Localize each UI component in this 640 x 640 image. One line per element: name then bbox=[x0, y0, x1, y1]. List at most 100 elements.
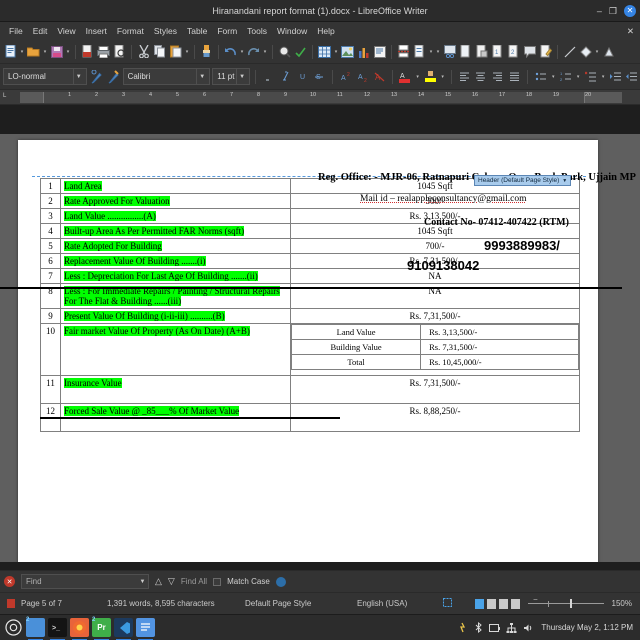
redo-icon[interactable] bbox=[246, 43, 261, 61]
unordered-list-icon[interactable] bbox=[533, 68, 548, 86]
menu-file[interactable]: File bbox=[4, 26, 28, 36]
find-replace-icon[interactable] bbox=[277, 43, 292, 61]
show-draw-functions-icon[interactable] bbox=[601, 43, 616, 61]
font-size-combo[interactable]: 11 pt ▼ bbox=[212, 68, 251, 85]
page-break-icon[interactable] bbox=[396, 43, 411, 61]
bookmark-icon[interactable]: 2 bbox=[506, 43, 521, 61]
font-name-dropdown-icon[interactable]: ▼ bbox=[196, 69, 207, 84]
strikethrough-icon[interactable]: S bbox=[312, 68, 327, 86]
font-color-icon[interactable]: A bbox=[398, 68, 413, 86]
save-icon[interactable] bbox=[49, 43, 64, 61]
outline-list-icon[interactable] bbox=[583, 68, 598, 86]
single-page-view-button[interactable] bbox=[474, 598, 484, 609]
match-case-checkbox[interactable] bbox=[213, 577, 222, 586]
underline-icon[interactable]: U bbox=[295, 68, 310, 86]
tab-stop-marker[interactable]: L bbox=[3, 93, 6, 99]
redo-dropdown-icon[interactable]: ▾ bbox=[262, 43, 268, 61]
new-document-dropdown-icon[interactable]: ▾ bbox=[19, 43, 25, 61]
book-view-button[interactable] bbox=[498, 598, 508, 609]
menu-form[interactable]: Form bbox=[212, 26, 242, 36]
prusaslicer-icon[interactable]: 2 Pr bbox=[92, 617, 111, 640]
table-dropdown-icon[interactable]: ▾ bbox=[333, 43, 339, 61]
align-center-icon[interactable] bbox=[474, 68, 489, 86]
find-all-button[interactable]: Find All bbox=[181, 577, 207, 586]
spelling-icon[interactable] bbox=[293, 43, 308, 61]
files-icon[interactable]: 2 bbox=[26, 617, 45, 640]
ordered-list-icon[interactable]: 12 bbox=[558, 68, 573, 86]
text-editor-icon[interactable] bbox=[136, 618, 155, 640]
page-style[interactable]: Default Page Style bbox=[245, 599, 357, 608]
horizontal-ruler[interactable]: L 1 2 3 4 5 6 7 8 9 10 11 12 13 14 15 16… bbox=[0, 90, 640, 105]
network-icon[interactable] bbox=[506, 622, 517, 633]
font-name-combo[interactable]: Calibri ▼ bbox=[122, 68, 211, 85]
increase-indent-icon[interactable] bbox=[608, 68, 623, 86]
close-document-button[interactable]: ✕ bbox=[627, 26, 634, 37]
hyperlink-icon[interactable] bbox=[458, 43, 473, 61]
highlight-color-icon[interactable] bbox=[423, 68, 438, 86]
word-count[interactable]: 1,391 words, 8,595 characters bbox=[107, 599, 245, 608]
update-style-icon[interactable] bbox=[89, 68, 104, 86]
zoom-out-icon[interactable]: – bbox=[534, 596, 538, 603]
menu-help[interactable]: Help bbox=[312, 26, 339, 36]
chart-icon[interactable] bbox=[356, 43, 371, 61]
vscode-icon[interactable] bbox=[114, 618, 133, 640]
open-dropdown-icon[interactable]: ▾ bbox=[42, 43, 48, 61]
italic-icon[interactable] bbox=[278, 68, 293, 86]
menu-styles[interactable]: Styles bbox=[149, 26, 182, 36]
minimize-button[interactable]: – bbox=[597, 6, 602, 16]
clock[interactable]: Thursday May 2, 1:12 PM bbox=[541, 623, 633, 632]
ubuntu-logo-icon[interactable] bbox=[4, 618, 23, 637]
decrease-indent-icon[interactable] bbox=[625, 68, 640, 86]
extra-dropdown-icon[interactable]: ▾ bbox=[435, 43, 441, 61]
image-icon[interactable] bbox=[340, 43, 355, 61]
align-right-icon[interactable] bbox=[490, 68, 505, 86]
chevron-down-icon[interactable]: ▼ bbox=[562, 178, 567, 184]
open-icon[interactable] bbox=[26, 43, 41, 61]
paragraph-style-combo[interactable]: LO-normal ▼ bbox=[3, 68, 87, 85]
zoom-slider[interactable]: – bbox=[527, 596, 604, 609]
firefox-icon[interactable] bbox=[70, 618, 89, 640]
menu-format[interactable]: Format bbox=[112, 26, 149, 36]
close-button[interactable]: ✕ bbox=[624, 5, 636, 17]
basic-shapes-icon[interactable] bbox=[578, 43, 593, 61]
maximize-button[interactable]: ❐ bbox=[609, 6, 617, 16]
field-dropdown-icon[interactable]: ▾ bbox=[428, 43, 434, 61]
menu-table[interactable]: Table bbox=[182, 26, 212, 36]
header-indicator-tag[interactable]: Header (Default Page Style) ▼ bbox=[474, 175, 572, 186]
save-status-icon[interactable] bbox=[7, 599, 15, 608]
find-previous-icon[interactable]: △ bbox=[155, 576, 162, 587]
save-dropdown-icon[interactable]: ▾ bbox=[65, 43, 71, 61]
text-box-icon[interactable] bbox=[372, 43, 387, 61]
basic-shapes-dropdown-icon[interactable]: ▾ bbox=[594, 43, 600, 61]
selection-mode-icon[interactable] bbox=[443, 598, 452, 609]
find-next-icon[interactable]: ▽ bbox=[168, 576, 175, 587]
line-icon[interactable] bbox=[562, 43, 577, 61]
paragraph-style-dropdown-icon[interactable]: ▼ bbox=[72, 69, 84, 84]
match-case-label[interactable]: Match Case bbox=[227, 577, 270, 586]
ordered-list-dropdown-icon[interactable]: ▾ bbox=[575, 68, 581, 86]
page-indicator[interactable]: Page 5 of 7 bbox=[21, 599, 107, 608]
new-document-icon[interactable] bbox=[3, 43, 18, 61]
multi-page-view-button[interactable] bbox=[486, 598, 496, 609]
table-row[interactable]: 7 Less : Depreciation For Last Age Of Bu… bbox=[40, 268, 580, 284]
copy-icon[interactable] bbox=[152, 43, 167, 61]
table-row-fair-market[interactable]: 10 Fair market Value Of Property (As On … bbox=[40, 323, 580, 376]
volume-icon[interactable] bbox=[523, 623, 535, 633]
table-icon[interactable] bbox=[317, 43, 332, 61]
menu-tools[interactable]: Tools bbox=[242, 26, 272, 36]
highlight-color-dropdown-icon[interactable]: ▾ bbox=[440, 68, 446, 86]
special-character-icon[interactable] bbox=[442, 43, 457, 61]
outline-list-dropdown-icon[interactable]: ▾ bbox=[600, 68, 606, 86]
table-row[interactable]: 9 Present Value Of Building (i-ii-iii) .… bbox=[40, 308, 580, 324]
bold-icon[interactable] bbox=[261, 68, 276, 86]
battery-icon[interactable] bbox=[489, 623, 501, 633]
menu-edit[interactable]: Edit bbox=[28, 26, 53, 36]
clone-formatting-icon[interactable] bbox=[199, 43, 214, 61]
font-color-dropdown-icon[interactable]: ▾ bbox=[415, 68, 421, 86]
find-options-icon[interactable] bbox=[275, 576, 286, 587]
document-canvas[interactable]: 1 Land Area 1045 Sqft 2 Rate Approved Fo… bbox=[0, 134, 640, 562]
footnote-icon[interactable] bbox=[474, 43, 489, 61]
unordered-list-dropdown-icon[interactable]: ▾ bbox=[550, 68, 556, 86]
menu-window[interactable]: Window bbox=[272, 26, 312, 36]
print-preview-icon[interactable] bbox=[112, 43, 127, 61]
